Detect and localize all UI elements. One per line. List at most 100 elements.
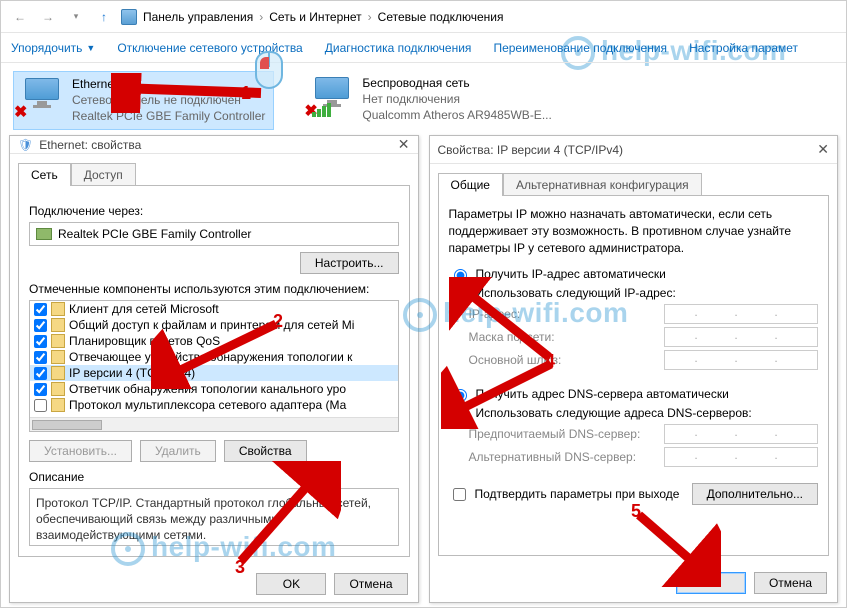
dialogs-area: 🛡 Ethernet: свойства ✕ Сеть Доступ Подклю… <box>9 135 838 603</box>
scrollbar-thumb[interactable] <box>32 420 102 430</box>
breadcrumb-l1[interactable]: Сеть и Интернет <box>269 10 361 24</box>
ok-button[interactable]: OK <box>256 573 326 595</box>
description-text: Протокол TCP/IP. Стандартный протокол гл… <box>29 488 399 546</box>
cancel-button[interactable]: Отмена <box>754 572 827 594</box>
configure-button[interactable]: Настроить... <box>300 252 399 274</box>
description-label: Описание <box>29 470 399 484</box>
connection-name: Беспроводная сеть <box>362 75 551 91</box>
protocol-icon <box>51 366 65 380</box>
ethernet-adapter-icon: ✖ <box>22 76 64 118</box>
component-checkbox[interactable] <box>34 367 47 380</box>
connection-status: Нет подключения <box>362 91 551 107</box>
organize-menu[interactable]: Упорядочить▼ <box>11 41 95 55</box>
service-icon <box>51 334 65 348</box>
nav-history-button[interactable]: ▾ <box>65 6 87 28</box>
tab-general[interactable]: Общие <box>438 173 503 196</box>
control-panel-icon <box>121 9 137 25</box>
tab-network[interactable]: Сеть <box>18 163 71 186</box>
rename-button[interactable]: Переименование подключения <box>493 41 667 55</box>
uninstall-button[interactable]: Удалить <box>140 440 216 462</box>
list-item: Ответчик обнаружения топологии канальног… <box>30 381 398 397</box>
ip-address-label: IP-адрес: <box>469 307 521 321</box>
breadcrumb[interactable]: Панель управления › Сеть и Интернет › Се… <box>143 10 503 24</box>
tab-access[interactable]: Доступ <box>71 163 136 186</box>
validate-label: Подтвердить параметры при выходе <box>475 487 680 501</box>
connection-ethernet[interactable]: ✖ Ethernet Сетевой кабель не подключен R… <box>13 71 274 130</box>
validate-checkbox[interactable] <box>453 488 466 501</box>
breadcrumb-l2[interactable]: Сетевые подключения <box>378 10 504 24</box>
list-item: Общий доступ к файлам и принтерам для се… <box>30 317 398 333</box>
components-listbox[interactable]: Клиент для сетей Microsoft Общий доступ … <box>29 300 399 432</box>
pref-dns-input: . . . <box>664 424 818 444</box>
wifi-adapter-icon: ✖ <box>312 75 354 117</box>
dns-auto-radio[interactable] <box>454 389 467 402</box>
component-checkbox[interactable] <box>34 351 47 364</box>
component-checkbox[interactable] <box>34 399 47 412</box>
connect-through-label: Подключение через: <box>29 204 399 218</box>
alt-dns-label: Альтернативный DNS-сервер: <box>469 450 637 464</box>
component-checkbox[interactable] <box>34 319 47 332</box>
protocol-icon <box>51 382 65 396</box>
tab-alt-config[interactable]: Альтернативная конфигурация <box>503 173 702 196</box>
ip-manual-radio[interactable] <box>454 288 467 301</box>
close-icon[interactable]: ✕ <box>817 141 829 158</box>
list-item: Отвечающее устройство обнаружения тополо… <box>30 349 398 365</box>
component-checkbox[interactable] <box>34 303 47 316</box>
connection-adapter: Qualcomm Atheros AR9485WB-E... <box>362 107 551 123</box>
connections-list: ✖ Ethernet Сетевой кабель не подключен R… <box>1 63 846 140</box>
dialog-title: Ethernet: свойства <box>39 138 141 152</box>
signal-bars-icon <box>312 103 331 117</box>
component-checkbox[interactable] <box>34 383 47 396</box>
ip-auto-radio[interactable] <box>454 269 467 282</box>
pref-dns-label: Предпочитаемый DNS-сервер: <box>469 427 641 441</box>
ipv4-properties-dialog: Свойства: IP версии 4 (TCP/IPv4) ✕ Общие… <box>429 135 839 603</box>
service-icon <box>51 318 65 332</box>
horizontal-scrollbar[interactable] <box>30 417 398 431</box>
ok-button[interactable]: OK <box>676 572 746 594</box>
diagnose-button[interactable]: Диагностика подключения <box>325 41 472 55</box>
disconnected-x-icon: ✖ <box>14 102 27 122</box>
nav-back-button[interactable]: ← <box>9 6 31 28</box>
tabstrip: Общие Альтернативная конфигурация <box>430 164 838 195</box>
info-paragraph: Параметры IP можно назначать автоматичес… <box>449 206 819 256</box>
connection-name: Ethernet <box>72 76 265 92</box>
list-item-ipv4: IP версии 4 (TCP/IPv4) <box>30 365 398 381</box>
subnet-mask-label: Маска подсети: <box>469 330 555 344</box>
protocol-icon <box>51 398 65 412</box>
client-icon <box>51 302 65 316</box>
chevron-right-icon: › <box>259 10 263 24</box>
breadcrumb-root[interactable]: Панель управления <box>143 10 253 24</box>
list-item: Протокол мультиплексора сетевого адаптер… <box>30 397 398 413</box>
command-toolbar: Упорядочить▼ Отключение сетевого устройс… <box>1 33 846 63</box>
settings-button[interactable]: Настройка парамет <box>689 41 798 55</box>
connection-adapter: Realtek PCIe GBE Family Controller <box>72 108 265 124</box>
tab-body-general: Параметры IP можно назначать автоматичес… <box>438 195 830 556</box>
dns-manual-label: Использовать следующие адреса DNS-сервер… <box>476 406 752 420</box>
cancel-button[interactable]: Отмена <box>334 573 407 595</box>
gateway-label: Основной шлюз: <box>469 353 562 367</box>
install-button[interactable]: Установить... <box>29 440 132 462</box>
list-item: Клиент для сетей Microsoft <box>30 301 398 317</box>
dialog-button-row: OK Отмена <box>430 564 838 602</box>
gateway-input: . . . <box>664 350 818 370</box>
protocol-icon <box>51 350 65 364</box>
list-item: Планировщик пакетов QoS <box>30 333 398 349</box>
advanced-button[interactable]: Дополнительно... <box>692 483 818 505</box>
dialog-title: Свойства: IP версии 4 (TCP/IPv4) <box>438 143 624 157</box>
tabstrip: Сеть Доступ <box>10 154 418 185</box>
nic-icon <box>36 228 52 240</box>
nav-up-button[interactable]: ↑ <box>93 6 115 28</box>
dns-manual-radio[interactable] <box>454 408 467 421</box>
tab-body-network: Подключение через: Realtek PCIe GBE Fami… <box>18 185 410 557</box>
ip-auto-label: Получить IP-адрес автоматически <box>476 267 666 281</box>
dialog-titlebar[interactable]: Свойства: IP версии 4 (TCP/IPv4) ✕ <box>430 136 838 164</box>
disable-device-button[interactable]: Отключение сетевого устройства <box>117 41 302 55</box>
shield-icon: 🛡 <box>18 138 33 152</box>
adapter-name: Realtek PCIe GBE Family Controller <box>58 227 251 241</box>
chevron-right-icon: › <box>368 10 372 24</box>
alt-dns-input: . . . <box>664 447 818 467</box>
connection-status: Сетевой кабель не подключен <box>72 92 265 108</box>
component-checkbox[interactable] <box>34 335 47 348</box>
connection-wireless[interactable]: ✖ Беспроводная сеть Нет подключения Qual… <box>304 71 559 130</box>
properties-button[interactable]: Свойства <box>224 440 307 462</box>
